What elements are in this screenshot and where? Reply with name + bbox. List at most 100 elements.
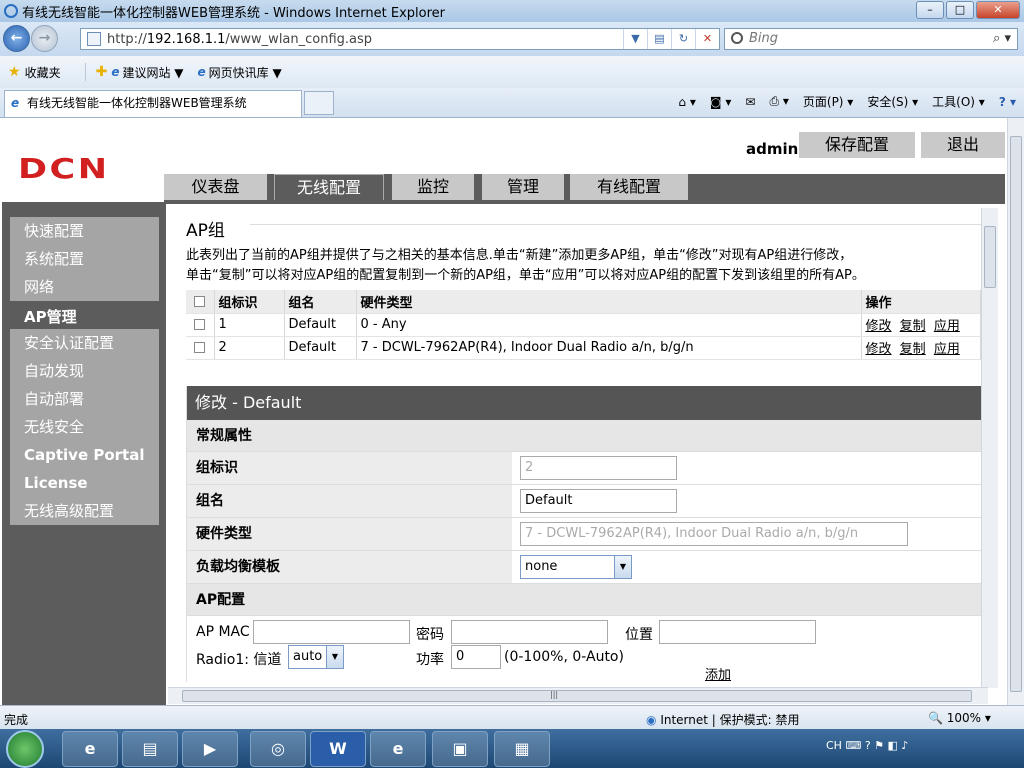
save-config-button[interactable]: 保存配置 xyxy=(799,132,915,158)
tab-wireless-config[interactable]: 无线配置 xyxy=(274,174,384,200)
power-label: 功率 xyxy=(416,652,444,668)
page-vertical-scrollbar[interactable] xyxy=(1007,118,1024,705)
compat-view-icon[interactable]: ▤ xyxy=(647,29,671,49)
row-checkbox[interactable] xyxy=(194,319,206,330)
zoom-level[interactable]: 🔍 100% ▾ xyxy=(928,711,991,725)
minimize-button[interactable]: – xyxy=(916,1,944,19)
system-tray: CH ⌨ ? ⚑ ◧ ♪ xyxy=(826,739,909,752)
load-balance-select[interactable]: none ▼ xyxy=(520,555,632,579)
globe-icon: ◉ xyxy=(646,713,657,727)
word-taskbar-icon[interactable]: W xyxy=(310,731,366,767)
ie-window-taskbar-icon[interactable]: e xyxy=(370,731,426,767)
sidebar-item-license[interactable]: License xyxy=(10,469,159,497)
maximize-button[interactable]: □ xyxy=(946,1,974,19)
media-player-taskbar-icon[interactable]: ▶ xyxy=(182,731,238,767)
apply-link[interactable]: 应用 xyxy=(934,319,960,334)
tools-menu[interactable]: 工具(O) ▾ xyxy=(932,93,985,110)
back-button[interactable]: ← xyxy=(3,25,30,52)
title-divider xyxy=(250,224,992,225)
new-tab-button[interactable] xyxy=(304,91,334,115)
sidebar: 快速配置 系统配置 网络 AP管理 安全认证配置 自动发现 自动部署 无线安全 … xyxy=(2,202,166,705)
table-header-row: 组标识 组名 硬件类型 操作 xyxy=(186,290,981,314)
address-bar[interactable]: http://192.168.1.1/www_wlan_config.asp ▼… xyxy=(80,28,720,50)
address-url[interactable]: http://192.168.1.1/www_wlan_config.asp xyxy=(107,32,372,47)
close-button[interactable]: ✕ xyxy=(976,1,1020,19)
ie-icon: e xyxy=(111,65,120,79)
feeds-icon[interactable]: ◙ ▾ xyxy=(710,95,731,109)
radio1-channel-label: Radio1: 信道 xyxy=(196,652,282,668)
stop-icon[interactable]: ✕ xyxy=(695,29,719,49)
cell-hw: 7 - DCWL-7962AP(R4), Indoor Dual Radio a… xyxy=(356,336,862,360)
tab-wired-config[interactable]: 有线配置 xyxy=(570,174,688,200)
help-icon[interactable]: ? ▾ xyxy=(999,95,1016,109)
security-zone: ◉ Internet | 保护模式: 禁用 xyxy=(646,713,800,727)
edit-link[interactable]: 修改 xyxy=(866,342,892,357)
sidebar-item-auto-discovery[interactable]: 自动发现 xyxy=(10,357,159,385)
browser-tab[interactable]: e 有线无线智能一体化控制器WEB管理系统 xyxy=(4,90,302,117)
hardware-type-field: 7 - DCWL-7962AP(R4), Indoor Dual Radio a… xyxy=(520,522,908,546)
apply-link[interactable]: 应用 xyxy=(934,342,960,357)
start-button[interactable] xyxy=(6,730,44,768)
sidebar-item-wireless-security[interactable]: 无线安全 xyxy=(10,413,159,441)
search-input[interactable]: Bing ⌕ ▾ xyxy=(724,28,1018,50)
safety-menu[interactable]: 安全(S) ▾ xyxy=(867,93,918,110)
page-menu[interactable]: 页面(P) ▾ xyxy=(803,93,853,110)
home-icon[interactable]: ⌂ ▾ xyxy=(678,95,695,109)
ap-location-input[interactable] xyxy=(659,620,816,644)
sidebar-item-system-config[interactable]: 系统配置 xyxy=(10,245,159,273)
window-titlebar: 有线无线智能一体化控制器WEB管理系统 - Windows Internet E… xyxy=(0,0,1024,22)
tab-management[interactable]: 管理 xyxy=(482,174,564,200)
copy-link[interactable]: 复制 xyxy=(900,319,926,334)
add-favorite-icon[interactable]: ✚ xyxy=(96,64,108,80)
table-row: 1 Default 0 - Any 修改 复制 应用 xyxy=(186,313,981,337)
add-link[interactable]: 添加 xyxy=(705,664,731,683)
address-toolbar: ← → http://192.168.1.1/www_wlan_config.a… xyxy=(0,22,1024,56)
explorer-taskbar-icon[interactable]: ▤ xyxy=(122,731,178,767)
favorites-button[interactable]: ★ 收藏夹 xyxy=(8,64,61,81)
sidebar-item-network[interactable]: 网络 xyxy=(10,273,159,301)
form-row-id: 组标识 2 xyxy=(187,452,982,485)
group-id-field: 2 xyxy=(520,456,677,480)
mail-icon[interactable]: ✉ xyxy=(745,95,755,109)
channel-select[interactable]: auto ▼ xyxy=(288,645,344,669)
content-vertical-scrollbar[interactable] xyxy=(981,208,998,688)
tab-monitor[interactable]: 监控 xyxy=(392,174,474,200)
row-checkbox[interactable] xyxy=(194,342,206,353)
dropdown-arrow-icon[interactable]: ▼ xyxy=(623,29,647,49)
copy-link[interactable]: 复制 xyxy=(900,342,926,357)
cell-name: Default xyxy=(284,336,357,360)
app-taskbar-icon[interactable]: ◎ xyxy=(250,731,306,767)
sidebar-item-captive-portal[interactable]: Captive Portal xyxy=(10,441,159,469)
edit-link[interactable]: 修改 xyxy=(866,319,892,334)
favorite-item-webslices[interactable]: e 网页快讯库 ▼ xyxy=(198,64,282,81)
refresh-icon[interactable]: ↻ xyxy=(671,29,695,49)
sidebar-item-advanced-wireless[interactable]: 无线高级配置 xyxy=(10,497,159,525)
form-row-hw: 硬件类型 7 - DCWL-7962AP(R4), Indoor Dual Ra… xyxy=(187,518,982,551)
print-icon[interactable]: ⎙ ▾ xyxy=(769,94,788,109)
page-title: AP组 xyxy=(186,221,225,241)
logout-button[interactable]: 退出 xyxy=(921,132,1005,158)
sidebar-item-ap-management[interactable]: AP管理 xyxy=(10,303,159,331)
image-viewer-taskbar-icon[interactable]: ▣ xyxy=(432,731,488,767)
tab-dashboard[interactable]: 仪表盘 xyxy=(164,174,267,200)
tab-bar: e 有线无线智能一体化控制器WEB管理系统 ⌂ ▾ ◙ ▾ ✉ ⎙ ▾ 页面(P)… xyxy=(0,88,1024,118)
ap-mac-input[interactable] xyxy=(253,620,410,644)
sidebar-item-auto-deploy[interactable]: 自动部署 xyxy=(10,385,159,413)
ie-taskbar-icon[interactable]: e xyxy=(62,731,118,767)
sidebar-item-quick-config[interactable]: 快速配置 xyxy=(10,217,159,245)
favorite-item-suggested[interactable]: e 建议网站 ▼ xyxy=(111,64,183,81)
select-all-checkbox[interactable] xyxy=(194,295,206,307)
search-go-icon[interactable]: ⌕ ▾ xyxy=(993,29,1011,49)
ap-password-input[interactable] xyxy=(451,620,608,644)
page-icon xyxy=(87,32,101,46)
column-header-name: 组名 xyxy=(284,290,357,314)
forward-button[interactable]: → xyxy=(31,25,58,52)
password-label: 密码 xyxy=(416,627,444,643)
document-taskbar-icon[interactable]: ▦ xyxy=(494,731,550,767)
column-header-id: 组标识 xyxy=(214,290,285,314)
content-horizontal-scrollbar[interactable]: ||| xyxy=(168,687,988,704)
sidebar-item-security-auth[interactable]: 安全认证配置 xyxy=(10,329,159,357)
group-name-field[interactable]: Default xyxy=(520,489,677,513)
column-header-actions: 操作 xyxy=(861,290,981,314)
power-input[interactable]: 0 xyxy=(451,645,501,669)
